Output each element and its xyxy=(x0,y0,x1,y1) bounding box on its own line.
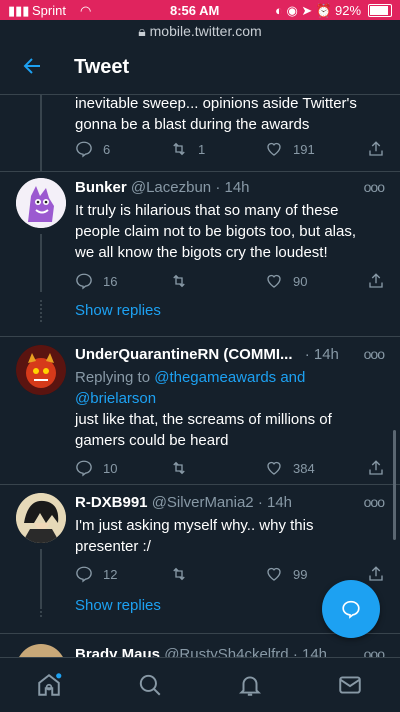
like-icon xyxy=(267,567,281,581)
reply-icon xyxy=(76,273,92,290)
url-text: mobile.twitter.com xyxy=(149,23,262,39)
retweet-button[interactable] xyxy=(170,457,198,479)
share-button[interactable] xyxy=(367,457,395,479)
like-button[interactable]: 191 xyxy=(265,138,315,160)
battery-percent: 92% xyxy=(335,3,362,18)
mention-link[interactable]: @brielarson xyxy=(75,390,156,407)
tweet-author[interactable]: R-DXB991 @SilverMania2 · 14h xyxy=(75,494,292,511)
avatar-image xyxy=(16,178,66,228)
like-button[interactable]: 99 xyxy=(265,563,307,585)
retweet-button[interactable] xyxy=(170,563,198,585)
avatar-image xyxy=(16,493,66,543)
reply-icon xyxy=(76,460,92,477)
thread-dotted-line xyxy=(40,300,44,322)
url-bar[interactable]: 🔒︎ mobile.twitter.com xyxy=(0,20,400,42)
tweet-underquarantinern[interactable]: UnderQuarantineRN (COMMI... · 14h ooo Re… xyxy=(0,337,400,484)
tweet-brady-maus[interactable]: Brady Maus @RustySh4ckelfrd · 14h ooo xyxy=(0,634,400,657)
more-icon[interactable]: ooo xyxy=(364,179,385,195)
prev-tweet[interactable]: inevitable sweep... opinions aside Twitt… xyxy=(0,95,400,171)
share-icon xyxy=(369,273,383,288)
avatar[interactable] xyxy=(16,345,66,395)
replying-to: Replying to @thegameawards and @brielars… xyxy=(75,369,306,407)
thread-line xyxy=(40,95,42,171)
status-bar: ▮▮▮ Sprint ◠ 8:56 AM ◐ ◉ ➤ ⏰ 92% xyxy=(0,0,400,20)
retweet-button[interactable]: 1 xyxy=(170,138,205,160)
signal-icon: ▮▮▮ xyxy=(8,3,30,18)
tweet-actions: 10 384 xyxy=(75,457,385,479)
reply-button[interactable]: 16 xyxy=(75,270,117,292)
reply-icon xyxy=(76,566,92,583)
reply-button[interactable]: 6 xyxy=(75,138,110,160)
like-icon xyxy=(267,142,281,156)
share-button[interactable] xyxy=(367,270,395,292)
scrollbar[interactable] xyxy=(393,430,396,540)
more-icon[interactable]: ooo xyxy=(364,646,385,657)
tweet-text: I'm just asking myself why.. why this pr… xyxy=(75,517,314,555)
status-icons: ◐ ◉ ➤ ⏰ xyxy=(275,3,333,18)
wifi-icon: ◠ xyxy=(80,3,92,18)
tweet-author[interactable]: UnderQuarantineRN (COMMI... · 14h xyxy=(75,346,339,363)
lock-icon: 🔒︎ xyxy=(138,23,146,39)
retweet-icon xyxy=(173,567,185,581)
more-icon[interactable]: ooo xyxy=(364,346,385,362)
bottom-nav xyxy=(0,657,400,712)
tweet-thread[interactable]: inevitable sweep... opinions aside Twitt… xyxy=(0,95,400,657)
avatar[interactable] xyxy=(16,493,66,543)
retweet-button[interactable] xyxy=(170,270,198,292)
share-icon xyxy=(369,566,383,581)
reply-icon xyxy=(76,141,92,158)
like-button[interactable]: 384 xyxy=(265,457,315,479)
like-button[interactable]: 90 xyxy=(265,270,307,292)
carrier-label: Sprint xyxy=(32,3,66,18)
more-icon[interactable]: ooo xyxy=(364,494,385,510)
share-button[interactable] xyxy=(367,138,395,160)
show-replies-link[interactable]: Show replies xyxy=(75,302,161,319)
avatar[interactable] xyxy=(16,644,66,657)
messages-icon[interactable] xyxy=(337,672,363,698)
retweet-icon xyxy=(173,274,185,288)
tweet-actions: 6 1 191 xyxy=(75,138,385,160)
back-arrow-icon[interactable] xyxy=(20,54,44,78)
like-icon xyxy=(267,274,281,288)
notifications-icon[interactable] xyxy=(237,672,263,698)
avatar[interactable] xyxy=(16,178,66,228)
mention-link[interactable]: @thegameawards and xyxy=(154,369,305,386)
retweet-icon xyxy=(173,142,185,156)
status-time: 8:56 AM xyxy=(170,3,220,18)
tweet-author[interactable]: Bunker @Lacezbun · 14h xyxy=(75,179,250,196)
share-button[interactable] xyxy=(367,563,395,585)
search-icon[interactable] xyxy=(137,672,163,698)
tweet-text: It truly is hilarious that so many of th… xyxy=(75,202,357,261)
share-icon xyxy=(369,460,383,475)
battery-icon xyxy=(368,4,392,17)
header: Tweet xyxy=(0,42,400,95)
avatar-image xyxy=(16,345,66,395)
tweet-text: just like that, the screams of millions … xyxy=(75,411,332,449)
home-icon[interactable] xyxy=(36,672,62,698)
page-title: Tweet xyxy=(74,56,130,78)
reply-button[interactable]: 12 xyxy=(75,563,117,585)
tweet-actions: 16 90 xyxy=(75,270,385,292)
retweet-icon xyxy=(173,461,185,475)
share-icon xyxy=(369,141,383,156)
tweet-text: inevitable sweep... opinions aside Twitt… xyxy=(75,95,357,133)
show-replies-link[interactable]: Show replies xyxy=(75,597,161,614)
reply-button[interactable]: 10 xyxy=(75,457,117,479)
thread-line xyxy=(40,234,42,292)
tweet-bunker[interactable]: Bunker @Lacezbun · 14h ooo It truly is h… xyxy=(0,172,400,336)
like-icon xyxy=(267,461,281,475)
tweet-author[interactable]: Brady Maus @RustySh4ckelfrd · 14h xyxy=(75,646,327,657)
thread-dotted-line xyxy=(40,595,44,617)
compose-reply-button[interactable] xyxy=(322,580,380,638)
compose-reply-icon xyxy=(342,600,360,619)
